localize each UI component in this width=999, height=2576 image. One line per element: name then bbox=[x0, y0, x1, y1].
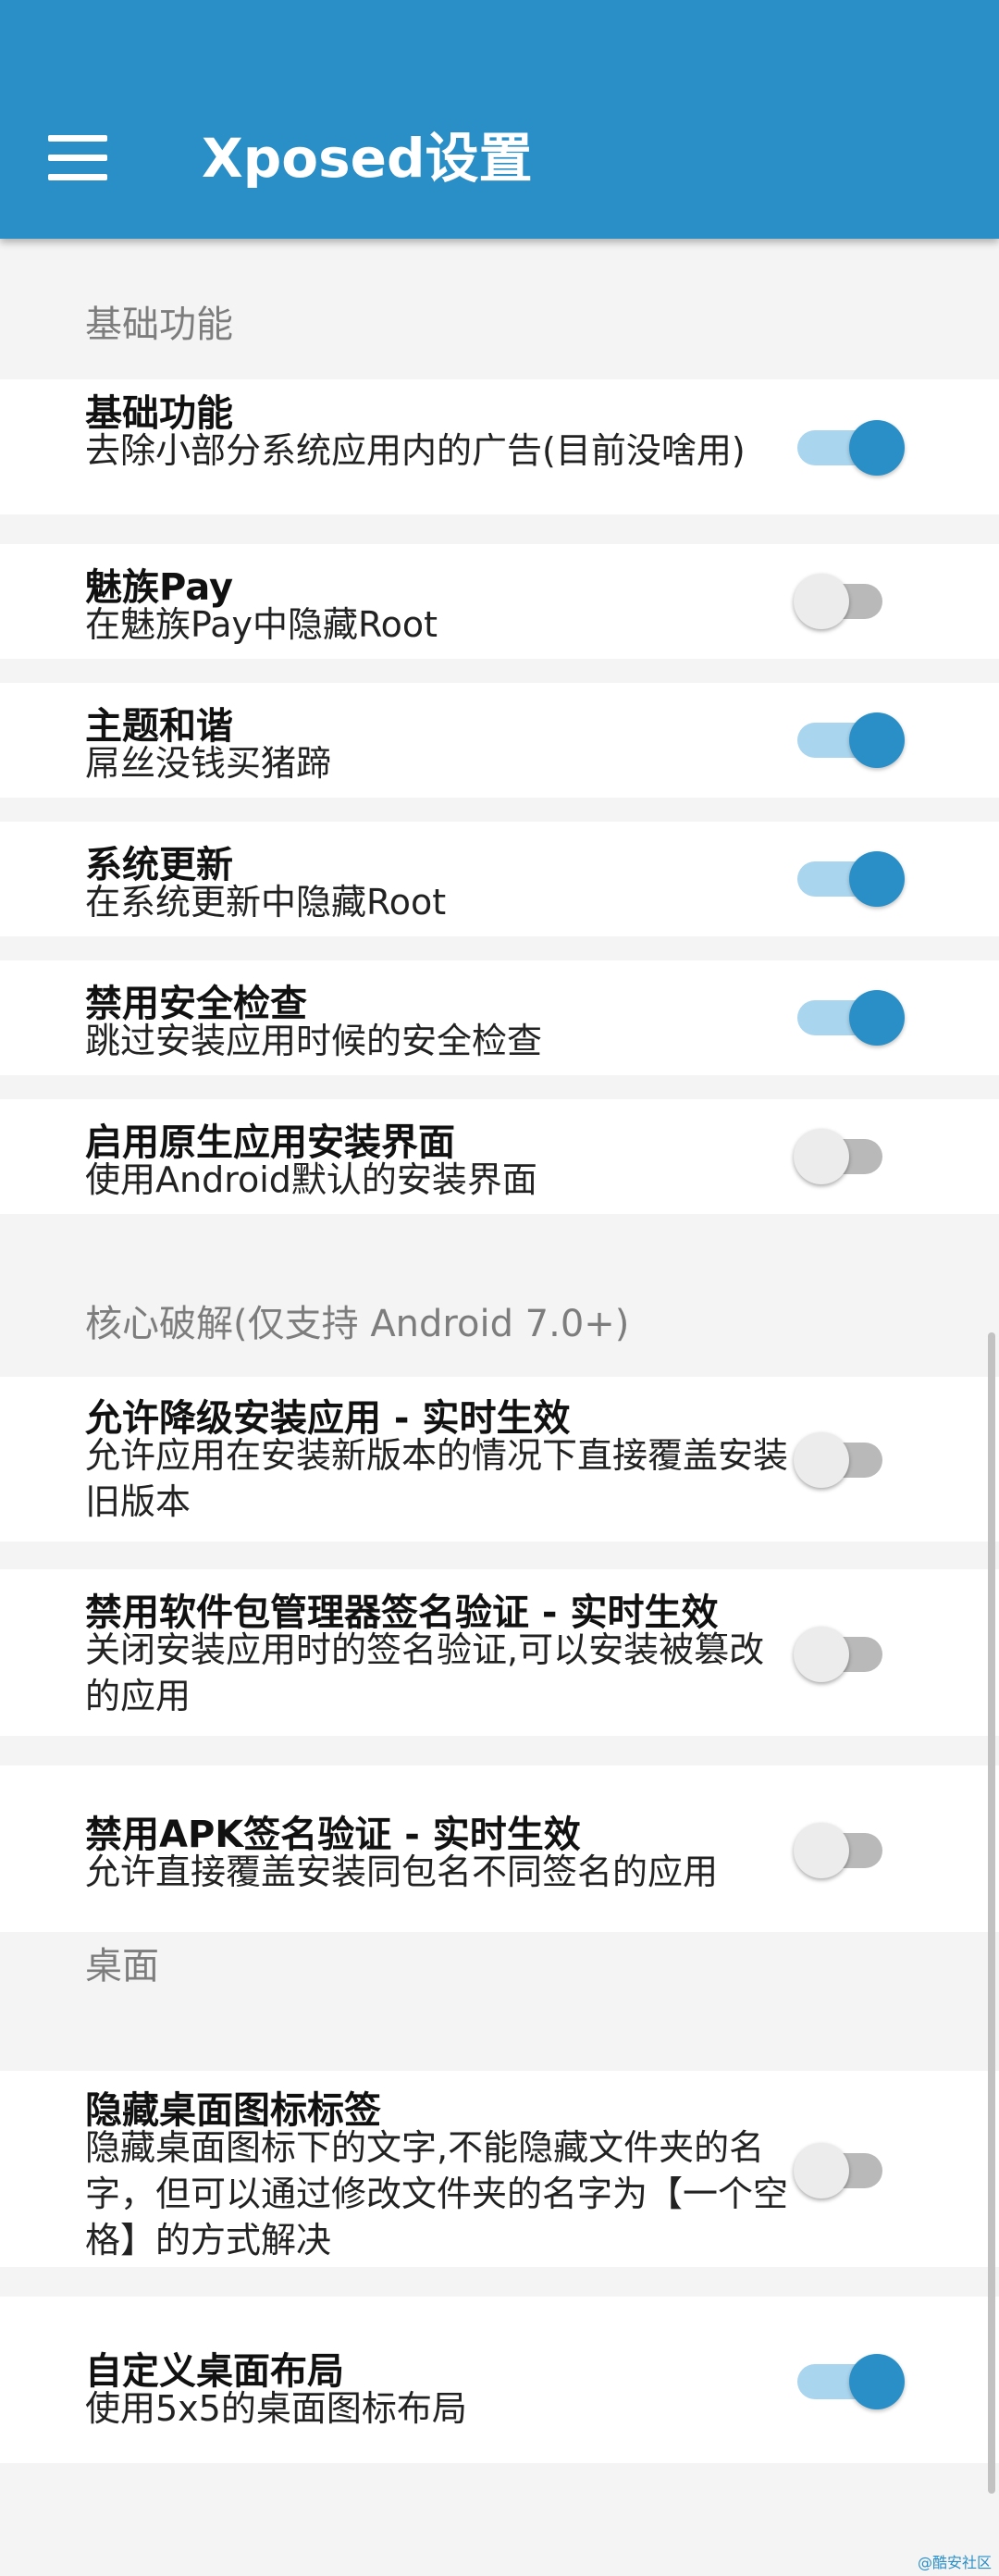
setting-item-system-update[interactable]: 系统更新 在系统更新中隐藏Root bbox=[0, 822, 999, 936]
setting-item-apk-signature[interactable]: 禁用APK签名验证 - 实时生效 允许直接覆盖安装同包名不同签名的应用 bbox=[0, 1765, 999, 1932]
setting-item-theme[interactable]: 主题和谐 屌丝没钱买猪蹄 bbox=[0, 683, 999, 798]
setting-summary: 在系统更新中隐藏Root bbox=[85, 882, 447, 923]
setting-item-hide-icon-labels[interactable]: 隐藏桌面图标标签 隐藏桌面图标下的文字,不能隐藏文件夹的名字，但可以通过修改文件… bbox=[0, 2071, 999, 2267]
setting-summary: 关闭安装应用时的签名验证,可以安装被篡改的应用 bbox=[85, 1629, 765, 1716]
toggle-switch-theme[interactable] bbox=[794, 703, 905, 777]
toggle-switch-native-installer[interactable] bbox=[794, 1120, 886, 1194]
setting-summary: 屌丝没钱买猪蹄 bbox=[85, 743, 332, 784]
setting-summary: 允许应用在安装新版本的情况下直接覆盖安装旧版本 bbox=[85, 1435, 789, 1522]
setting-summary: 隐藏桌面图标下的文字,不能隐藏文件夹的名字，但可以通过修改文件夹的名字为【一个空… bbox=[85, 2127, 789, 2260]
page-title: Xposed设置 bbox=[202, 127, 533, 190]
toggle-switch-downgrade[interactable] bbox=[794, 1423, 886, 1497]
toggle-switch-system-update[interactable] bbox=[794, 842, 905, 916]
setting-item-pm-signature[interactable]: 禁用软件包管理器签名验证 - 实时生效 关闭安装应用时的签名验证,可以安装被篡改… bbox=[0, 1569, 999, 1736]
toggle-switch-hide-icon-labels[interactable] bbox=[794, 2134, 886, 2208]
menu-icon[interactable] bbox=[48, 135, 107, 181]
toggle-switch-meizu-pay[interactable] bbox=[794, 564, 886, 638]
setting-summary: 跳过安装应用时候的安全检查 bbox=[85, 1021, 543, 1061]
setting-item-native-installer[interactable]: 启用原生应用安装界面 使用Android默认的安装界面 bbox=[0, 1099, 999, 1214]
setting-summary: 使用Android默认的安装界面 bbox=[85, 1159, 537, 1200]
section-header-basic: 基础功能 bbox=[85, 303, 233, 346]
setting-item-security-check[interactable]: 禁用安全检查 跳过安装应用时候的安全检查 bbox=[0, 960, 999, 1075]
section-header-core-crack: 核心破解(仅支持 Android 7.0+) bbox=[85, 1303, 630, 1345]
watermark: @酷安社区 bbox=[917, 2554, 992, 2571]
setting-summary: 去除小部分系统应用内的广告(目前没啥用) bbox=[85, 430, 746, 471]
section-header-launcher: 桌面 bbox=[85, 1945, 159, 1988]
setting-item-custom-layout[interactable]: 自定义桌面布局 使用5x5的桌面图标布局 bbox=[0, 2297, 999, 2463]
setting-item-meizu-pay[interactable]: 魅族Pay 在魅族Pay中隐藏Root bbox=[0, 544, 999, 659]
setting-item-downgrade[interactable]: 允许降级安装应用 - 实时生效 允许应用在安装新版本的情况下直接覆盖安装旧版本 bbox=[0, 1377, 999, 1542]
toggle-switch-apk-signature[interactable] bbox=[794, 1814, 886, 1888]
setting-summary: 允许直接覆盖安装同包名不同签名的应用 bbox=[85, 1852, 719, 1892]
toggle-switch-basic[interactable] bbox=[794, 411, 905, 485]
setting-summary: 使用5x5的桌面图标布局 bbox=[85, 2388, 467, 2429]
setting-summary: 在魅族Pay中隐藏Root bbox=[85, 604, 438, 645]
toggle-switch-security-check[interactable] bbox=[794, 981, 905, 1055]
app-bar: Xposed设置 bbox=[0, 0, 999, 239]
toggle-switch-pm-signature[interactable] bbox=[794, 1617, 886, 1691]
toggle-switch-custom-layout[interactable] bbox=[794, 2345, 905, 2419]
scrollbar[interactable] bbox=[988, 1332, 995, 2494]
setting-item-basic[interactable]: 基础功能 去除小部分系统应用内的广告(目前没啥用) bbox=[0, 379, 999, 514]
